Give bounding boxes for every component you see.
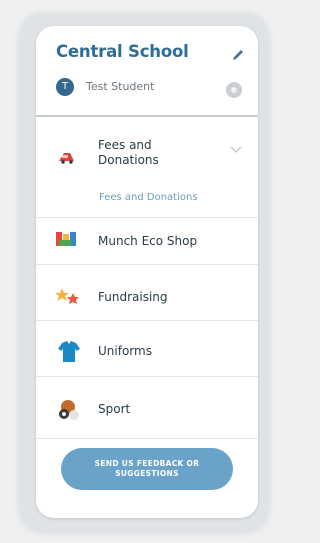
student-name: Test Student (86, 80, 155, 93)
settings-gear-icon[interactable] (226, 82, 242, 98)
student-selector[interactable]: T Test Student (56, 78, 244, 100)
menu-item-sport[interactable]: Sport (56, 390, 244, 430)
menu-item-munch-eco-shop[interactable]: Munch Eco Shop (56, 222, 244, 262)
school-bus-icon (59, 153, 74, 164)
feedback-button-label: SEND US FEEDBACK OR SUGGESTIONS (94, 459, 200, 478)
edit-pencil-icon[interactable] (231, 48, 245, 62)
shirt-icon (58, 341, 80, 362)
fees-label: Fees and Donations (98, 138, 159, 167)
divider (36, 264, 258, 265)
menu-item-label: Uniforms (98, 344, 152, 358)
stars-icon (56, 288, 79, 304)
divider (36, 320, 258, 321)
menu-item-fees-and-donations[interactable]: Fees and Donations (56, 136, 244, 180)
divider (36, 115, 258, 117)
menu-item-label: Sport (98, 402, 131, 416)
navigation-panel: Central School T Test Student Fees and D… (36, 26, 258, 518)
menu-item-label: Fundraising (98, 290, 168, 304)
menu-item-label: Munch Eco Shop (98, 234, 198, 248)
divider (36, 217, 258, 218)
feedback-button[interactable]: SEND US FEEDBACK OR SUGGESTIONS (61, 448, 233, 490)
sport-icon (59, 400, 79, 420)
school-header: Central School (56, 42, 244, 68)
divider (36, 438, 258, 439)
divider (36, 376, 258, 377)
submenu-fees-and-donations[interactable]: Fees and Donations (99, 192, 198, 203)
chevron-down-icon[interactable] (230, 146, 242, 154)
shop-icon (56, 232, 76, 246)
student-avatar: T (56, 78, 74, 96)
menu-item-uniforms[interactable]: Uniforms (56, 332, 244, 372)
school-name: Central School (56, 42, 189, 61)
menu-item-fundraising[interactable]: Fundraising (56, 278, 244, 318)
